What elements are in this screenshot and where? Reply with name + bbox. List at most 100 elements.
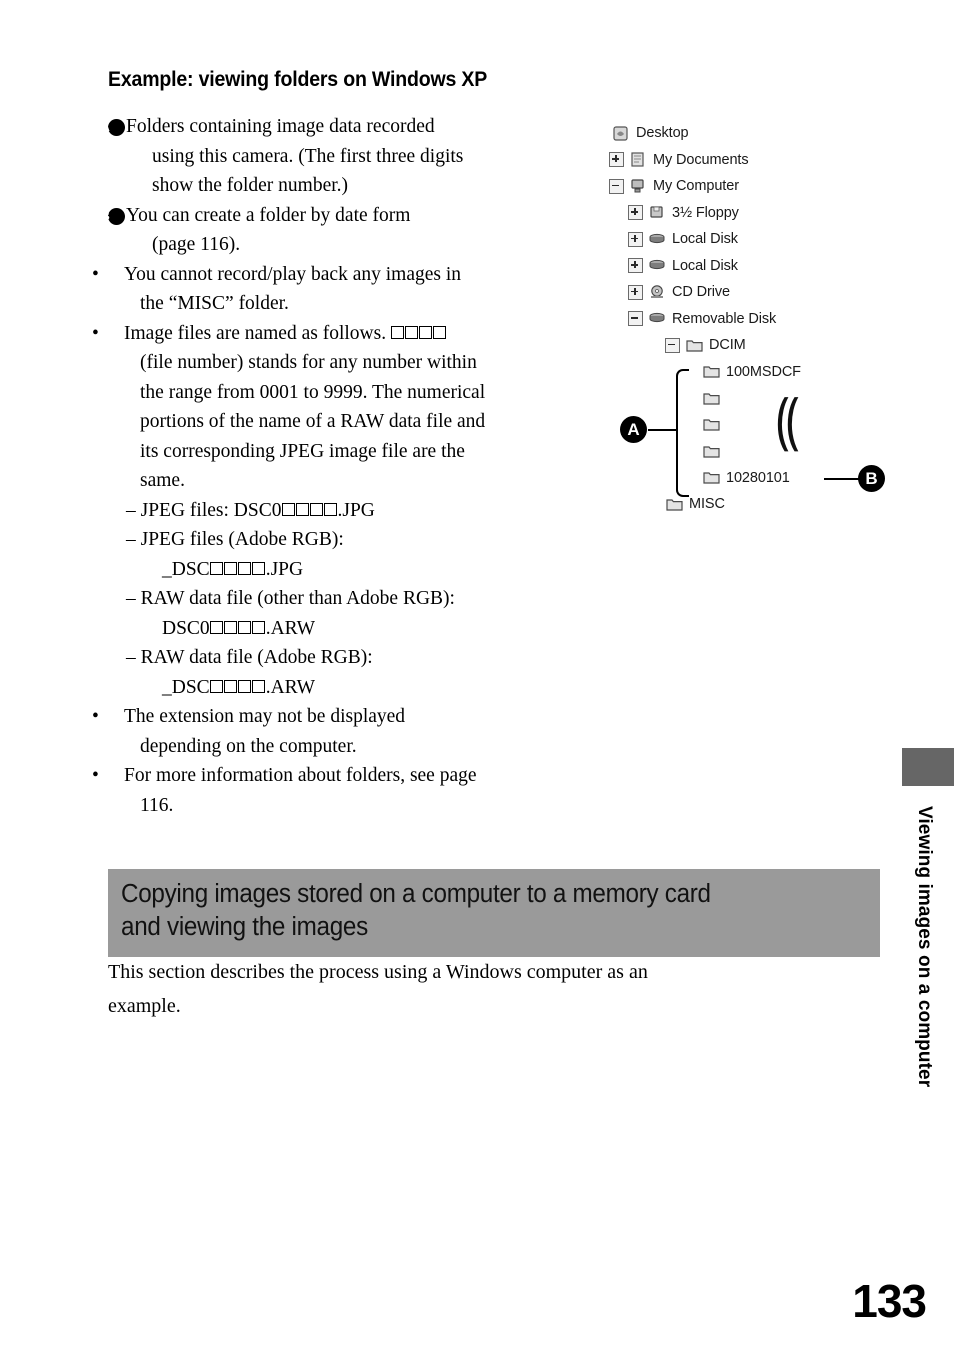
callout-b-line-1: You can create a folder by date form bbox=[126, 204, 411, 226]
tree-row[interactable]: My Documents bbox=[592, 147, 902, 174]
section-heading-line-1: Copying images stored on a computer to a… bbox=[121, 880, 711, 908]
page-title: Example: viewing folders on Windows XP bbox=[108, 68, 488, 91]
my-documents-icon bbox=[629, 151, 648, 168]
tree-row[interactable]: CD Drive bbox=[592, 279, 902, 306]
expander-plus-icon[interactable] bbox=[628, 284, 643, 300]
expander-minus-icon[interactable] bbox=[628, 311, 643, 327]
tree-row-label: 3½ Floppy bbox=[672, 204, 739, 221]
section-heading-band: Copying images stored on a computer to a… bbox=[108, 869, 880, 957]
filename-example-jpeg-label: – JPEG files: DSC0 bbox=[126, 499, 282, 521]
cd-drive-icon bbox=[648, 284, 667, 301]
section-body-line-2: example. bbox=[108, 995, 181, 1017]
filename-prefix: _DSC bbox=[162, 558, 210, 580]
hard-disk-icon bbox=[648, 257, 667, 274]
tree-row-label: CD Drive bbox=[672, 284, 731, 301]
note-bullet-more-info: • For more information about folders, see… bbox=[92, 761, 540, 820]
callout-item-b: B You can create a folder by date form (p… bbox=[101, 201, 540, 260]
filename-example-raw-adobergb: – RAW data file (Adobe RGB): _DSC .ARW bbox=[108, 643, 540, 702]
note-bullet-misc-line-1: You cannot record/play back any images i… bbox=[124, 263, 462, 285]
filename-example-raw-other: – RAW data file (other than Adobe RGB): … bbox=[108, 584, 540, 643]
placeholder-box-icon bbox=[252, 561, 266, 575]
callout-b-line-2: (page 116). bbox=[152, 234, 241, 255]
callout-marker-b-label: B bbox=[858, 465, 885, 492]
placeholder-box-icon bbox=[252, 679, 266, 693]
document-page: Example: viewing folders on Windows XP A… bbox=[0, 0, 954, 1350]
placeholder-box-icon bbox=[405, 325, 419, 339]
filename-example-jpeg-adobergb-label: – JPEG files (Adobe RGB): bbox=[126, 529, 344, 550]
continuation-symbol: ⸨ bbox=[776, 385, 800, 455]
hard-disk-icon bbox=[648, 231, 667, 248]
filename-suffix: .ARW bbox=[265, 676, 315, 698]
filename-suffix: .ARW bbox=[265, 617, 315, 639]
tree-row[interactable]: Local Disk bbox=[592, 226, 902, 253]
note-bullet-filenames-line-6: same. bbox=[140, 470, 185, 491]
callout-marker-a-label: A bbox=[620, 416, 647, 443]
tree-row[interactable]: My Computer bbox=[592, 173, 902, 200]
expander-minus-icon[interactable] bbox=[609, 178, 624, 194]
folder-icon bbox=[702, 390, 721, 407]
placeholder-box-icon bbox=[281, 502, 295, 516]
placeholder-box-icon bbox=[224, 620, 238, 634]
page-number: 133 bbox=[852, 1275, 927, 1327]
note-bullet-misc-line-2: the “MISC” folder. bbox=[140, 293, 289, 314]
expander-plus-icon[interactable] bbox=[628, 205, 643, 221]
placeholder-box-icon bbox=[419, 325, 433, 339]
placeholder-box-icon bbox=[295, 502, 309, 516]
filename-example-raw-other-label: – RAW data file (other than Adobe RGB): bbox=[126, 588, 455, 609]
expander-plus-icon[interactable] bbox=[628, 258, 643, 274]
windows-explorer-tree-figure: Desktop My Documents My Computer 3½ Flop… bbox=[592, 120, 902, 518]
folder-icon bbox=[665, 496, 684, 513]
filename-prefix: DSC0 bbox=[162, 617, 210, 639]
tree-row[interactable] bbox=[592, 385, 902, 412]
tree-row-label: Local Disk bbox=[672, 231, 738, 248]
folder-icon bbox=[702, 363, 721, 380]
placeholder-box-icon bbox=[210, 561, 224, 575]
tree-row[interactable]: Desktop bbox=[592, 120, 902, 147]
expander-plus-icon[interactable] bbox=[609, 152, 624, 168]
removable-disk-icon bbox=[648, 310, 667, 327]
floppy-drive-icon bbox=[648, 204, 667, 221]
bullet-dot-icon: • bbox=[92, 765, 99, 786]
callout-marker-b: B bbox=[858, 465, 885, 492]
note-bullet-extension-line-2: depending on the computer. bbox=[140, 735, 357, 757]
note-bullet-extension: • The extension may not be displayed depe… bbox=[92, 702, 540, 761]
tree-row-label: My Computer bbox=[653, 178, 739, 195]
tree-row-label: 10280101 bbox=[726, 469, 790, 486]
note-bullet-filenames-line-4: portions of the name of a RAW data file … bbox=[140, 411, 486, 432]
body-text-column: A Folders containing image data recorded … bbox=[92, 112, 540, 820]
tree-row[interactable]: DCIM bbox=[592, 332, 902, 359]
note-bullet-filenames-line-1: Image files are named as follows. bbox=[124, 322, 387, 344]
folder-icon bbox=[702, 416, 721, 433]
bullet-dot-icon: • bbox=[92, 706, 99, 727]
expander-plus-icon[interactable] bbox=[628, 231, 643, 247]
note-bullet-more-info-line-2: 116. bbox=[140, 794, 174, 816]
placeholder-box-icon bbox=[252, 620, 266, 634]
expander-minus-icon[interactable] bbox=[665, 337, 680, 353]
placeholder-box-icon bbox=[391, 325, 405, 339]
tree-row-label: 100MSDCF bbox=[726, 363, 801, 380]
bullet-dot-icon: • bbox=[92, 263, 99, 285]
chapter-tab-marker bbox=[902, 748, 954, 786]
tree-row[interactable]: MISC bbox=[592, 491, 902, 518]
placeholder-box-icon bbox=[309, 502, 323, 516]
tree-row[interactable]: 3½ Floppy bbox=[592, 200, 902, 227]
circle-marker-a: A bbox=[101, 119, 125, 136]
note-bullet-extension-line-1: The extension may not be displayed bbox=[124, 706, 406, 727]
filename-example-raw-other-value: DSC0 .ARW bbox=[144, 614, 540, 644]
callout-bracket-a bbox=[676, 369, 689, 497]
filename-suffix: .JPG bbox=[265, 558, 304, 580]
tree-row[interactable]: 100MSDCF bbox=[592, 359, 902, 386]
tree-row[interactable]: Removable Disk bbox=[592, 306, 902, 333]
placeholder-box-icon bbox=[224, 561, 238, 575]
filename-example-jpeg: – JPEG files: DSC0 .JPG bbox=[108, 496, 540, 526]
tree-row-label: DCIM bbox=[709, 337, 746, 354]
callout-a-line-3: show the folder number.) bbox=[152, 175, 349, 196]
bullet-dot-icon: • bbox=[92, 322, 99, 344]
tree-row-label: Local Disk bbox=[672, 257, 738, 274]
placeholder-box-icon bbox=[210, 679, 224, 693]
note-bullet-filenames: • Image files are named as follows. (file… bbox=[92, 319, 540, 496]
tree-row[interactable]: Local Disk bbox=[592, 253, 902, 280]
placeholder-box-icon bbox=[238, 561, 252, 575]
tree-row-label: Removable Disk bbox=[672, 310, 777, 327]
tree-row-label: Desktop bbox=[636, 125, 689, 142]
